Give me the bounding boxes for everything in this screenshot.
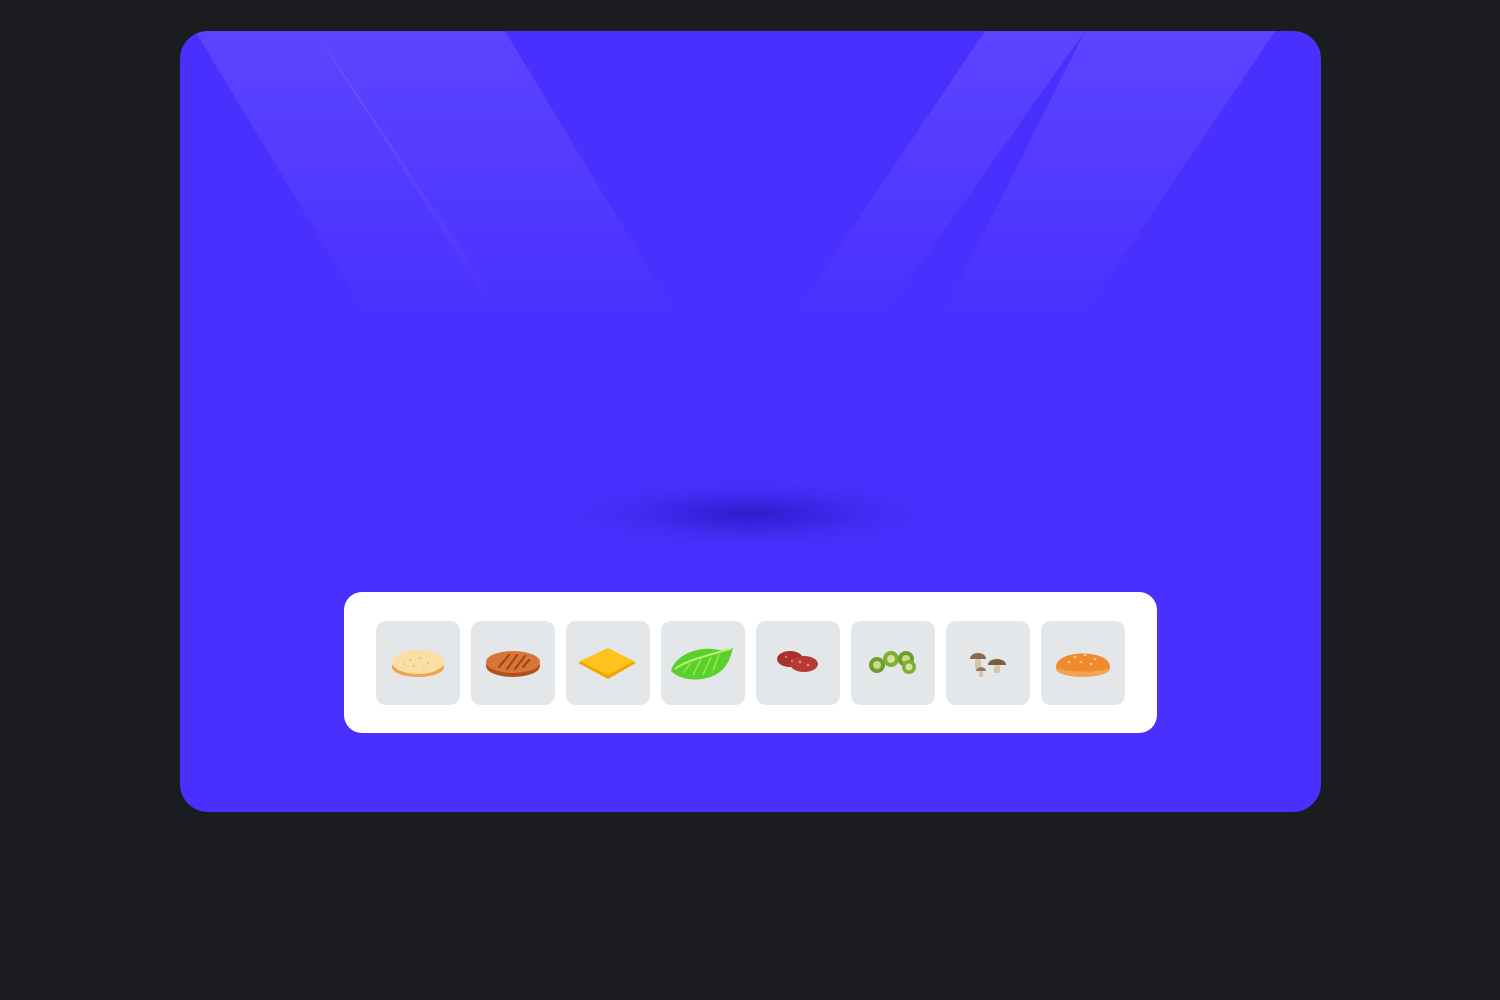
cheese-icon bbox=[578, 648, 636, 679]
patty-icon bbox=[486, 651, 540, 677]
lettuce-icon bbox=[671, 647, 733, 680]
ingredient-mushrooms-button[interactable] bbox=[946, 621, 1030, 705]
ingredient-bottom-bun-button[interactable] bbox=[376, 621, 460, 705]
salami-icon bbox=[777, 651, 818, 672]
ingredient-patty-button[interactable] bbox=[471, 621, 555, 705]
ingredient-salami-button[interactable] bbox=[756, 621, 840, 705]
ingredient-lettuce-button[interactable] bbox=[661, 621, 745, 705]
top-bun-icon bbox=[1056, 653, 1110, 677]
mushroom-icon bbox=[970, 653, 1006, 677]
green-pepper-icon bbox=[869, 651, 916, 674]
ingredient-top-bun-button[interactable] bbox=[1041, 621, 1125, 705]
bottom-bun-icon bbox=[392, 650, 444, 677]
ingredient-tray bbox=[344, 592, 1157, 733]
ingredient-green-peppers-button[interactable] bbox=[851, 621, 935, 705]
plate-shadow bbox=[565, 479, 935, 549]
burger-stage bbox=[180, 31, 1321, 812]
ingredient-cheese-button[interactable] bbox=[566, 621, 650, 705]
